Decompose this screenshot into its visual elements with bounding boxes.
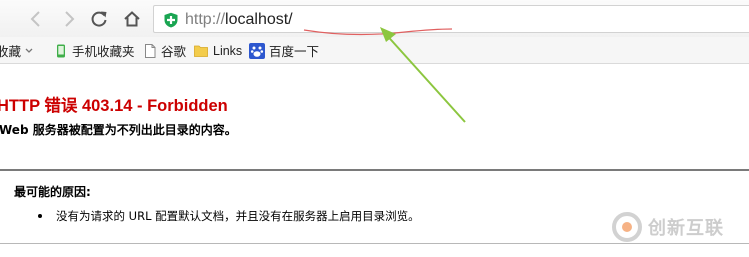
baidu-paw-icon [249,42,265,59]
bookmark-label: Links [213,43,243,58]
bullet-icon [38,214,42,218]
bookmarks-bar: 收藏 手机收藏夹 谷歌 Links 百度一下 [0,37,749,64]
folder-icon [194,45,208,57]
url-text[interactable]: http://localhost/ [185,10,293,29]
bookmark-mobile-favorites[interactable]: 手机收藏夹 [54,41,135,60]
watermark-text: 创新互联 [648,218,724,239]
back-arrow-icon[interactable] [25,8,47,30]
list-item: 没有为请求的 URL 配置默认文档，并且没有在服务器上启用目录浏览。 [38,208,420,224]
url-protocol: http:// [185,11,226,28]
error-title: HTTP 错误 403.14 - Forbidden [0,97,228,115]
error-subtitle: Web 服务器被配置为不列出此目录的内容。 [0,123,237,137]
bookmark-label: 百度一下 [269,45,320,59]
watermark-logo-icon [612,212,642,242]
cause-text: 没有为请求的 URL 配置默认文档，并且没有在服务器上启用目录浏览。 [56,209,420,223]
section-divider [0,169,749,171]
causes-list: 没有为请求的 URL 配置默认文档，并且没有在服务器上启用目录浏览。 [38,208,420,224]
bookmark-label: 谷歌 [161,45,187,59]
bookmark-favorites[interactable]: 收藏 [0,41,34,60]
mobile-icon [57,44,65,57]
page-icon [145,43,156,58]
causes-heading: 最可能的原因: [14,185,91,199]
chevron-down-icon [25,48,33,53]
bookmark-baidu[interactable]: 百度一下 [249,41,319,60]
forward-arrow-icon[interactable] [58,8,80,30]
security-shield-icon[interactable] [163,12,179,28]
reload-icon[interactable] [88,8,110,30]
home-icon[interactable] [121,8,143,30]
browser-toolbar: http://localhost/ [0,0,749,37]
address-bar[interactable]: http://localhost/ [153,5,749,33]
bookmark-label: 收藏 [0,45,22,59]
bookmark-google[interactable]: 谷歌 [143,41,186,60]
watermark: 创新互联 [610,210,724,244]
bookmark-label: 手机收藏夹 [72,45,135,59]
bookmark-links-folder[interactable]: Links [193,41,242,60]
url-host: localhost/ [225,11,293,28]
